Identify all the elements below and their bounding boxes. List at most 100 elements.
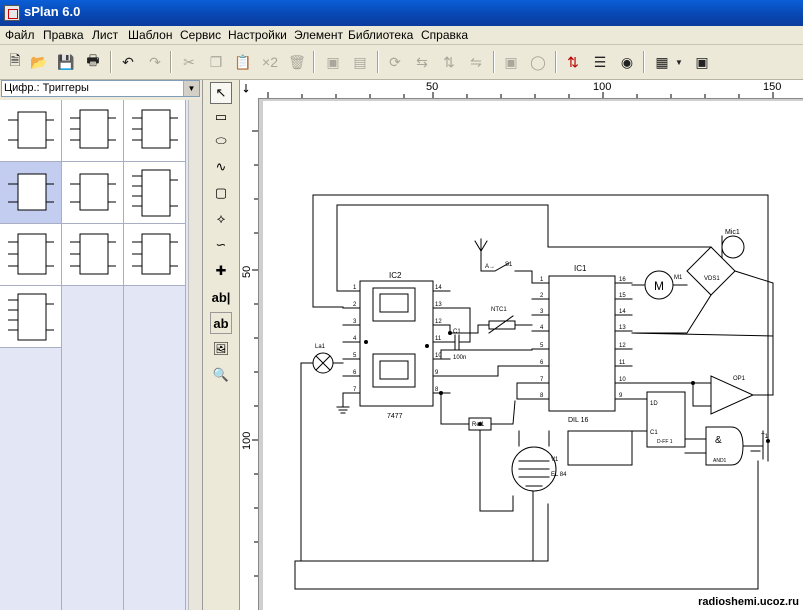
zoom-icon[interactable]: ▣	[691, 51, 713, 73]
library-item-jk-ff-sr[interactable]	[0, 286, 62, 348]
drawing-tools: ↖ ▭ ⬭ ∿ ▢ ⟡ ∽ ✚ ab| ab 🖼 🔍	[203, 80, 240, 610]
ruler-v-label: 50	[241, 265, 253, 278]
watermark: radioshemi.ucoz.ru	[698, 596, 799, 608]
ic1-pin: 11	[619, 360, 626, 366]
ic1-pin: 3	[540, 309, 544, 315]
pointer-tool-icon[interactable]: ↖	[210, 82, 232, 104]
library-item-jk-trigger-2[interactable]	[124, 100, 186, 162]
menu-element[interactable]: Элемент	[294, 28, 343, 42]
ic1-pin: 4	[540, 325, 544, 331]
copy-icon[interactable]: ❐	[205, 51, 227, 73]
ic2-pin: 3	[353, 319, 357, 325]
duplicate-icon[interactable]: ×2	[259, 51, 281, 73]
ungroup-icon[interactable]: ◯	[527, 51, 549, 73]
menu-file[interactable]: Файл	[5, 28, 35, 42]
image-tool-icon[interactable]: 🖼	[210, 338, 232, 360]
opamp-label: OP1	[733, 376, 746, 382]
text-tool-icon[interactable]: ab|	[210, 286, 232, 308]
tube-label: V1	[551, 457, 559, 463]
ic2-pin: 7	[353, 387, 357, 393]
switch-label: S1	[505, 262, 513, 268]
library-panel: Цифр.: Триггеры ▼	[0, 80, 203, 610]
antenna-label: A→	[485, 264, 495, 270]
mirror-h-icon[interactable]: ⇆	[411, 51, 433, 73]
toolbar-separator	[555, 51, 557, 73]
ic2-part: 7477	[387, 413, 403, 420]
library-item-d-trigger-sr[interactable]	[124, 162, 186, 224]
parts-list-icon[interactable]: ☰	[589, 51, 611, 73]
ic2-pin: 2	[353, 302, 357, 308]
ruler-h-label: 100	[593, 81, 612, 93]
undo-icon[interactable]: ↶	[117, 51, 139, 73]
library-item-jk-ff-3[interactable]	[124, 224, 186, 286]
cap-value: 100n	[453, 355, 466, 361]
line-tool-icon[interactable]: ⟡	[210, 208, 232, 230]
mirror-v-icon[interactable]: ⇅	[438, 51, 460, 73]
bring-front-icon[interactable]: ▣	[322, 51, 344, 73]
ruler-h-label: 50	[426, 81, 439, 93]
ic1-pin: 8	[540, 393, 544, 399]
print-icon[interactable]: 🖶	[82, 51, 104, 73]
polygon-tool-icon[interactable]: ▢	[210, 182, 232, 204]
ic1-pin: 1	[540, 277, 544, 283]
library-scrollbar[interactable]	[188, 100, 202, 610]
ellipse-tool-icon[interactable]: ⬭	[210, 130, 232, 152]
lamp-label: La1	[315, 344, 326, 350]
junction-tool-icon[interactable]: ✚	[210, 260, 232, 282]
rotate-icon[interactable]: ⟳	[384, 51, 406, 73]
menu-sheet[interactable]: Лист	[92, 28, 118, 42]
open-folder-icon[interactable]: 📂	[28, 51, 50, 73]
mic-label: Mic1	[725, 229, 740, 236]
ic1-pin: 7	[540, 377, 544, 383]
bezier-tool-icon[interactable]: ∽	[210, 234, 232, 256]
library-item-rs-trigger[interactable]	[0, 100, 62, 162]
library-select-value: Цифр.: Триггеры	[4, 82, 89, 94]
library-empty-cell	[62, 286, 124, 610]
library-item-jk-ff[interactable]	[0, 224, 62, 286]
menu-edit[interactable]: Правка	[43, 28, 84, 42]
chevron-down-icon[interactable]: ▼	[183, 81, 199, 96]
textbox-tool-icon[interactable]: ab	[210, 312, 232, 334]
save-icon[interactable]: 💾	[55, 51, 77, 73]
schematic-sheet[interactable]: IC2 7477 IC1 DIL 16 Mic1 M1 M VDS1 A→ S1…	[263, 101, 803, 610]
rectangle-tool-icon[interactable]: ▭	[210, 106, 232, 128]
library-item-d-trigger[interactable]	[0, 162, 62, 224]
paste-icon[interactable]: 📋	[232, 51, 254, 73]
library-item-d-trigger-2[interactable]	[62, 162, 124, 224]
grid-dropdown-icon[interactable]: ▼	[673, 51, 685, 73]
and-part-label: AND1	[713, 458, 727, 464]
menu-template[interactable]: Шаблон	[128, 28, 172, 42]
ic2-pin: 9	[435, 370, 439, 376]
ic2-pin: 8	[435, 387, 439, 393]
ic1-pin: 13	[619, 325, 626, 331]
numbering-icon[interactable]: ⇅	[562, 51, 584, 73]
delete-icon[interactable]: 🗑	[286, 51, 308, 73]
ic2-pin: 6	[353, 370, 357, 376]
menu-service[interactable]: Сервис	[180, 28, 221, 42]
align-icon[interactable]: ⇋	[465, 51, 487, 73]
library-item-jk-ff-2[interactable]	[62, 224, 124, 286]
toolbar-separator	[110, 51, 112, 73]
zoom-tool-icon[interactable]: 🔍	[210, 364, 232, 386]
cut-icon[interactable]: ✂	[178, 51, 200, 73]
menu-settings[interactable]: Настройки	[228, 28, 287, 42]
ruler-v-label: 100	[241, 431, 253, 450]
cap-label: C1	[453, 329, 461, 335]
dff-part-label: D-FF 1	[657, 439, 673, 445]
menu-library[interactable]: Библиотека	[348, 28, 413, 42]
transistor-label: T1	[761, 434, 769, 440]
send-back-icon[interactable]: ▤	[349, 51, 371, 73]
group-icon[interactable]: ▣	[500, 51, 522, 73]
library-item-jk-trigger[interactable]	[62, 100, 124, 162]
redo-icon[interactable]: ↷	[144, 51, 166, 73]
search-binoculars-icon[interactable]: ◉	[616, 51, 638, 73]
library-select[interactable]: Цифр.: Триггеры ▼	[1, 80, 200, 97]
toolbar-separator	[170, 51, 172, 73]
grid-icon[interactable]: ▦	[651, 51, 673, 73]
toolbar-separator	[377, 51, 379, 73]
menu-help[interactable]: Справка	[421, 28, 468, 42]
shape-tool-icon[interactable]: ∿	[210, 156, 232, 178]
motor-symbol-label: M	[654, 279, 664, 293]
window-title: sPlan 6.0	[24, 4, 81, 19]
new-file-icon[interactable]: 🗎	[4, 51, 26, 73]
